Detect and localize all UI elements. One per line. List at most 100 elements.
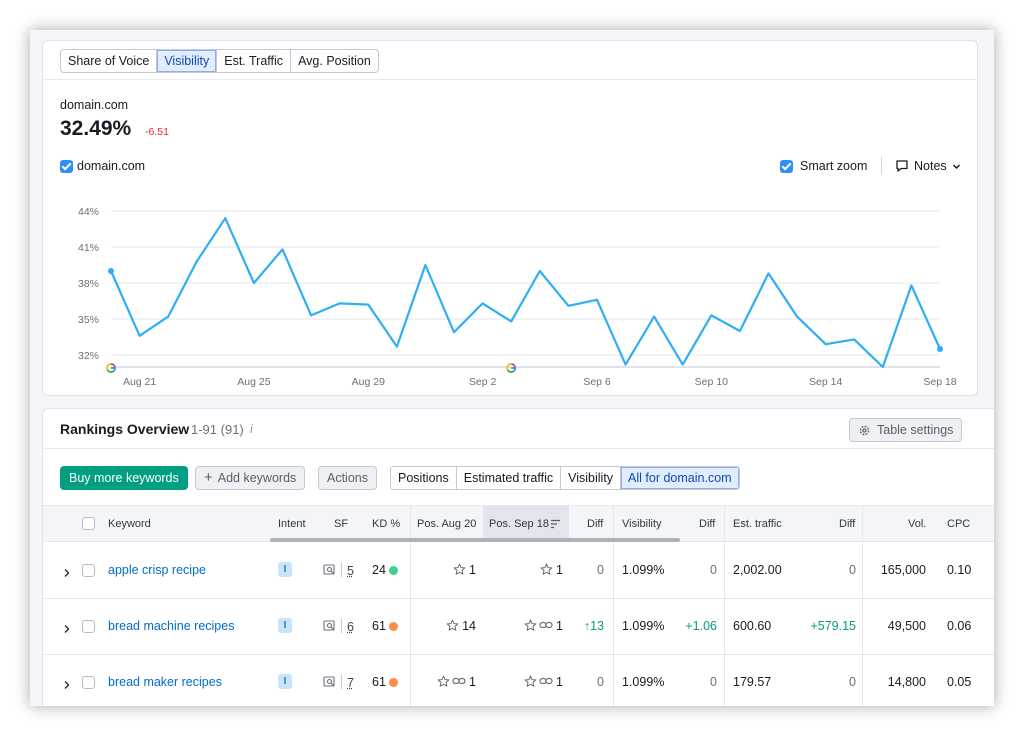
col-diff-visibility[interactable]: Diff — [699, 518, 715, 530]
col-intent[interactable]: Intent — [278, 518, 306, 530]
tab-visibility-view[interactable]: Visibility — [561, 467, 622, 489]
x-tick-label: Sep 2 — [469, 376, 497, 388]
smart-zoom-label: Smart zoom — [800, 159, 868, 173]
serp-feature-count[interactable]: 5 — [347, 564, 354, 578]
serp-feature-count[interactable]: 6 — [347, 620, 354, 634]
diff-visibility: +1.06 — [685, 619, 717, 633]
serp-feature-count[interactable]: 7 — [347, 676, 354, 690]
link-icon — [451, 677, 466, 685]
expand-row-button[interactable] — [63, 677, 71, 695]
info-icon[interactable]: i — [250, 422, 253, 436]
x-tick-label: Sep 18 — [923, 376, 956, 388]
star-icon[interactable] — [524, 619, 537, 632]
series-line — [109, 217, 942, 369]
col-keyword[interactable]: Keyword — [108, 518, 151, 530]
position-aug20: 1 — [437, 675, 476, 689]
visibility-card: Share of Voice Visibility Est. Traffic A… — [42, 40, 978, 396]
table-header: Keyword Intent SF KD % Pos. Aug 20 Pos. … — [43, 505, 994, 542]
col-pos-sep18[interactable]: Pos. Sep 18 — [489, 518, 549, 530]
intent-badge[interactable]: I — [278, 562, 292, 577]
link-icon — [538, 621, 553, 629]
column-divider — [724, 506, 725, 542]
serp-feature-icon — [323, 620, 335, 631]
sort-icon[interactable] — [550, 519, 561, 529]
visibility-value: 1.099% — [622, 619, 665, 633]
position-sep18: 1 — [524, 675, 563, 689]
col-volume[interactable]: Vol. — [908, 518, 926, 530]
col-est-traffic[interactable]: Est. traffic — [733, 518, 782, 530]
tab-all-for-domain[interactable]: All for domain.com — [621, 467, 739, 489]
table-row[interactable]: bread machine recipes I 6 61 14 1 ↑13 1.099% +… — [43, 599, 994, 655]
star-icon[interactable] — [540, 563, 553, 576]
tab-estimated-traffic[interactable]: Estimated traffic — [457, 467, 562, 489]
tab-est-traffic[interactable]: Est. Traffic — [217, 50, 292, 72]
tab-share-of-voice[interactable]: Share of Voice — [61, 50, 158, 72]
column-divider — [613, 599, 614, 655]
table-row[interactable]: apple crisp recipe I 5 24 1 1 0 1.099% 0 2,002.… — [43, 543, 994, 599]
x-tick-label: Sep 14 — [809, 376, 842, 388]
table-settings-button[interactable]: Table settings — [849, 418, 963, 442]
table-row[interactable]: bread maker recipes I 7 61 1 1 0 1.099% 0 179.5… — [43, 655, 994, 706]
tab-avg-position[interactable]: Avg. Position — [291, 50, 378, 72]
position-value: 1 — [469, 675, 476, 689]
star-icon[interactable] — [437, 675, 450, 688]
serp-features[interactable]: 5 — [323, 563, 354, 578]
row-checkbox[interactable] — [82, 676, 95, 689]
col-visibility[interactable]: Visibility — [622, 518, 662, 530]
star-icon[interactable] — [453, 563, 466, 576]
row-checkbox[interactable] — [82, 564, 95, 577]
tab-visibility[interactable]: Visibility — [157, 50, 218, 72]
notes-dropdown[interactable]: Notes — [895, 159, 961, 173]
col-pos-aug20[interactable]: Pos. Aug 20 — [417, 518, 476, 530]
position-aug20: 14 — [446, 619, 476, 633]
serp-feature-icon — [323, 676, 335, 687]
buy-more-keywords-button[interactable]: Buy more keywords — [60, 466, 188, 490]
column-divider — [613, 506, 614, 542]
smart-zoom-toggle[interactable]: Smart zoom — [780, 159, 867, 173]
smart-zoom-checkbox[interactable] — [780, 159, 793, 173]
metric-delta: -6.51 — [145, 126, 169, 138]
horizontal-scrollbar[interactable] — [270, 538, 680, 542]
intent-badge[interactable]: I — [278, 618, 292, 633]
col-kd[interactable]: KD % — [372, 518, 400, 530]
column-divider — [862, 506, 863, 542]
x-tick-label: Aug 29 — [352, 376, 385, 388]
star-icon[interactable] — [524, 675, 537, 688]
rankings-title: Rankings Overview — [60, 421, 190, 437]
keyword-link[interactable]: bread maker recipes — [108, 675, 222, 689]
col-sf[interactable]: SF — [334, 518, 348, 530]
est-traffic-value: 600.60 — [733, 619, 772, 633]
keyword-link[interactable]: bread machine recipes — [108, 619, 234, 633]
add-keywords-button[interactable]: + Add keywords — [195, 466, 306, 490]
legend-label: domain.com — [77, 159, 146, 173]
select-all-checkbox[interactable] — [82, 517, 95, 530]
tab-positions[interactable]: Positions — [391, 467, 457, 489]
row-checkbox[interactable] — [82, 620, 95, 633]
actions-button[interactable]: Actions — [318, 466, 377, 490]
serp-features[interactable]: 7 — [323, 675, 354, 690]
col-diff-traffic[interactable]: Diff — [839, 518, 855, 530]
column-divider — [410, 599, 411, 655]
metric-value: 32.49% — [60, 117, 132, 140]
google-icon — [106, 363, 116, 373]
est-traffic-value: 2,002.00 — [733, 563, 782, 577]
col-cpc[interactable]: CPC — [947, 518, 970, 530]
expand-row-button[interactable] — [63, 621, 71, 639]
domain-label: domain.com — [60, 98, 129, 112]
expand-row-button[interactable] — [63, 565, 71, 583]
link-icon — [538, 677, 553, 685]
col-diff-position[interactable]: Diff — [587, 518, 603, 530]
star-icon[interactable] — [446, 619, 459, 632]
intent-badge[interactable]: I — [278, 674, 292, 689]
divider — [881, 157, 882, 175]
legend-checkbox[interactable] — [60, 159, 73, 173]
keyword-link[interactable]: apple crisp recipe — [108, 563, 206, 577]
legend-domain[interactable]: domain.com — [60, 159, 145, 173]
cpc-value: 0.06 — [947, 619, 972, 633]
rankings-range: 1-91 (91) — [191, 422, 244, 437]
serp-features[interactable]: 6 — [323, 619, 354, 634]
est-traffic-value: 179.57 — [733, 675, 772, 689]
cpc-value: 0.05 — [947, 675, 972, 689]
visibility-line-chart[interactable]: 44% 41% 38% 35% 32% Aug 21 Aug 25 Aug 29 Sep 2 Se… — [43, 191, 979, 391]
position-value: 1 — [556, 563, 563, 577]
